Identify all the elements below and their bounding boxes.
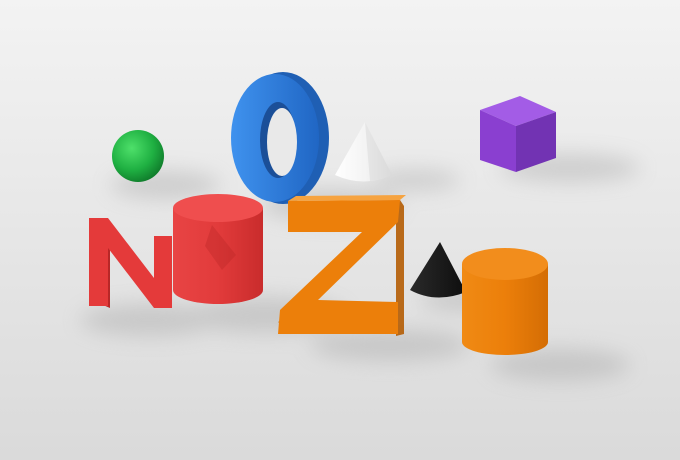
scene-render (0, 0, 680, 460)
red-cylinder (173, 194, 263, 304)
blue-letter-o (231, 72, 329, 204)
green-sphere (112, 130, 164, 182)
orange-cylinder (462, 248, 548, 355)
purple-cube (480, 96, 556, 172)
